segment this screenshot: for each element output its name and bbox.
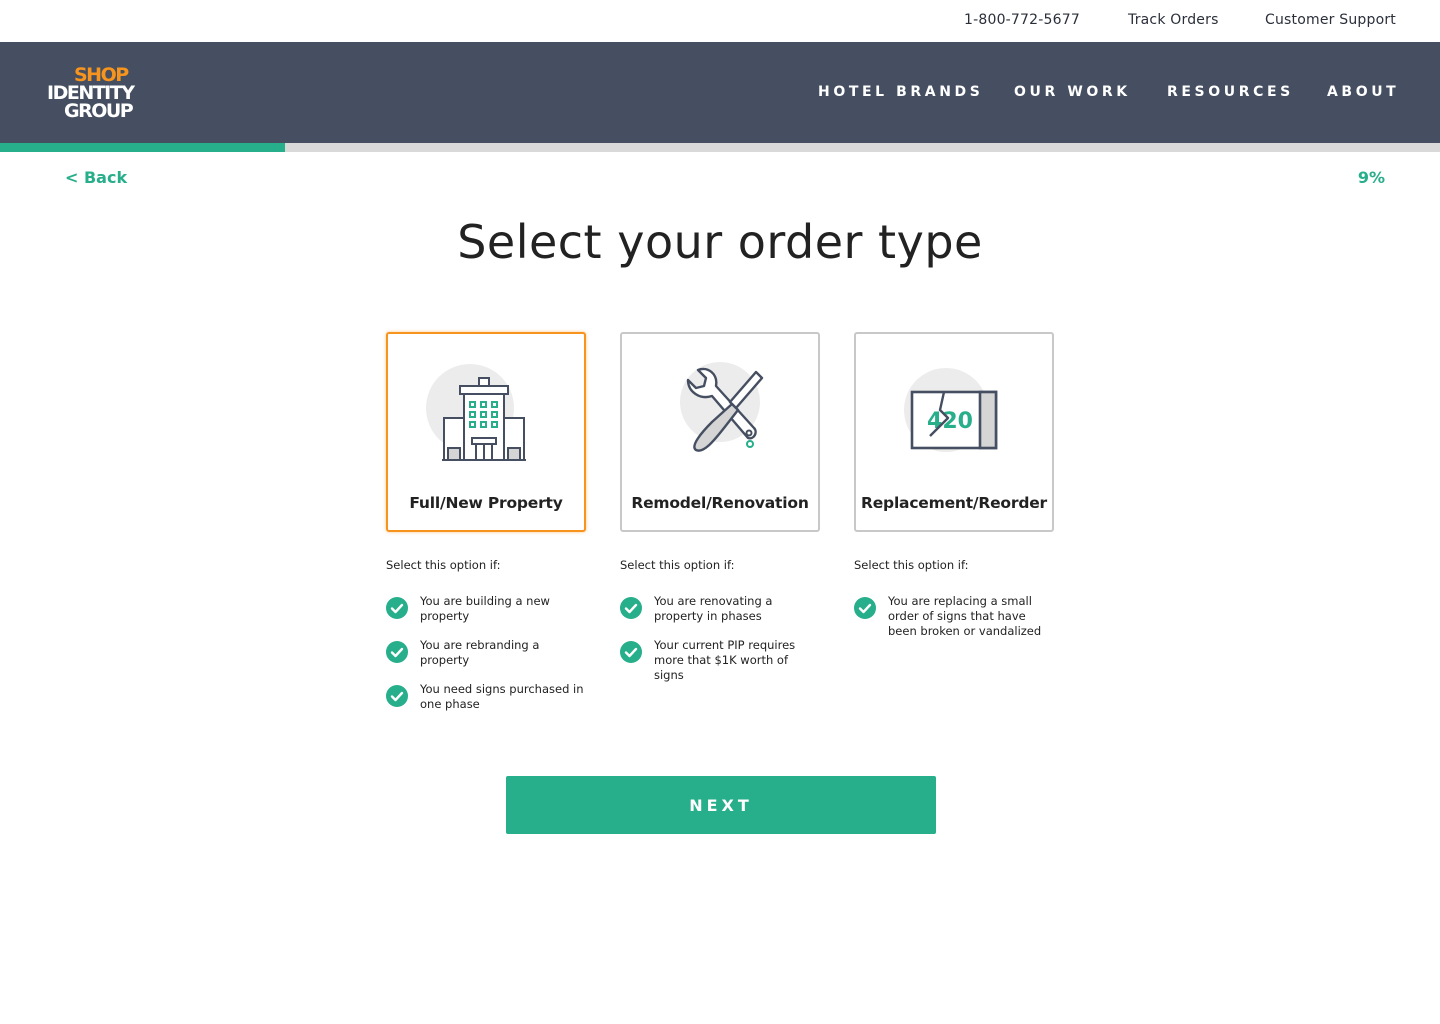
criteria-item: You are replacing a small order of signs… bbox=[854, 594, 1054, 639]
option-label: Replacement/Reorder bbox=[861, 494, 1047, 512]
nav-item-resources[interactable]: RESOURCES bbox=[1167, 84, 1294, 100]
check-circle-icon bbox=[386, 685, 408, 707]
criteria-heading: Select this option if: bbox=[386, 558, 501, 572]
option-column-replacement: 420 Replacement/Reorder Select this opti… bbox=[854, 332, 1054, 653]
check-circle-icon bbox=[620, 597, 642, 619]
option-card-remodel-renovation[interactable]: Remodel/Renovation bbox=[620, 332, 820, 532]
criteria-text: You are renovating a property in phases bbox=[654, 594, 773, 623]
progress-bar-fill bbox=[0, 143, 286, 152]
criteria-item: You need signs purchased in one phase bbox=[386, 682, 586, 712]
criteria-item: Your current PIP requires more that $1K … bbox=[620, 638, 820, 683]
sign-number-text: 420 bbox=[927, 409, 973, 434]
check-circle-icon bbox=[854, 597, 876, 619]
progress-percent: 9% bbox=[1357, 168, 1385, 187]
criteria-text: You need signs purchased in one phase bbox=[420, 682, 584, 711]
page-title: Select your order type bbox=[457, 215, 983, 269]
back-link[interactable]: < Back bbox=[65, 168, 127, 187]
criteria-list: You are renovating a property in phases … bbox=[620, 594, 820, 683]
option-label: Full/New Property bbox=[409, 494, 563, 512]
shop-identity-group-logo[interactable]: SHOP IDENTITY GROUP bbox=[46, 64, 138, 124]
criteria-text: You are replacing a small order of signs… bbox=[888, 594, 1042, 638]
criteria-text: You are building a new property bbox=[420, 594, 550, 623]
criteria-item: You are building a new property bbox=[386, 594, 586, 624]
criteria-list: You are building a new property You are … bbox=[386, 594, 586, 712]
building-icon bbox=[426, 364, 526, 461]
option-label: Remodel/Renovation bbox=[631, 494, 809, 512]
check-circle-icon bbox=[620, 641, 642, 663]
tools-icon bbox=[680, 362, 764, 452]
logo-text-group: GROUP bbox=[64, 100, 134, 122]
nav-item-hotel-brands[interactable]: HOTEL BRANDS bbox=[818, 84, 983, 100]
customer-support-link[interactable]: Customer Support bbox=[1265, 12, 1396, 28]
criteria-item: You are rebranding a property bbox=[386, 638, 586, 668]
nav-item-about[interactable]: ABOUT bbox=[1327, 84, 1399, 100]
criteria-item: You are renovating a property in phases bbox=[620, 594, 820, 624]
nav-item-our-work[interactable]: OUR WORK bbox=[1014, 84, 1131, 100]
criteria-heading: Select this option if: bbox=[854, 558, 969, 572]
utility-bar: 1-800-772-5677 Track Orders Customer Sup… bbox=[0, 0, 1440, 42]
criteria-heading: Select this option if: bbox=[620, 558, 735, 572]
option-card-full-new-property[interactable]: Full/New Property bbox=[386, 332, 586, 532]
option-card-replacement-reorder[interactable]: 420 Replacement/Reorder bbox=[854, 332, 1054, 532]
next-button[interactable]: NEXT bbox=[506, 776, 936, 834]
option-column-full-new: Full/New Property Select this option if:… bbox=[386, 332, 586, 726]
check-circle-icon bbox=[386, 597, 408, 619]
criteria-list: You are replacing a small order of signs… bbox=[854, 594, 1054, 639]
option-column-remodel: Remodel/Renovation Select this option if… bbox=[620, 332, 820, 697]
main-header: SHOP IDENTITY GROUP HOTEL BRANDS OUR WOR… bbox=[0, 42, 1440, 143]
progress-bar bbox=[0, 143, 1440, 152]
check-circle-icon bbox=[386, 641, 408, 663]
track-orders-link[interactable]: Track Orders bbox=[1128, 12, 1219, 28]
broken-sign-icon: 420 bbox=[904, 368, 998, 452]
phone-link[interactable]: 1-800-772-5677 bbox=[964, 12, 1080, 28]
criteria-text: You are rebranding a property bbox=[420, 638, 540, 667]
criteria-text: Your current PIP requires more that $1K … bbox=[654, 638, 796, 682]
